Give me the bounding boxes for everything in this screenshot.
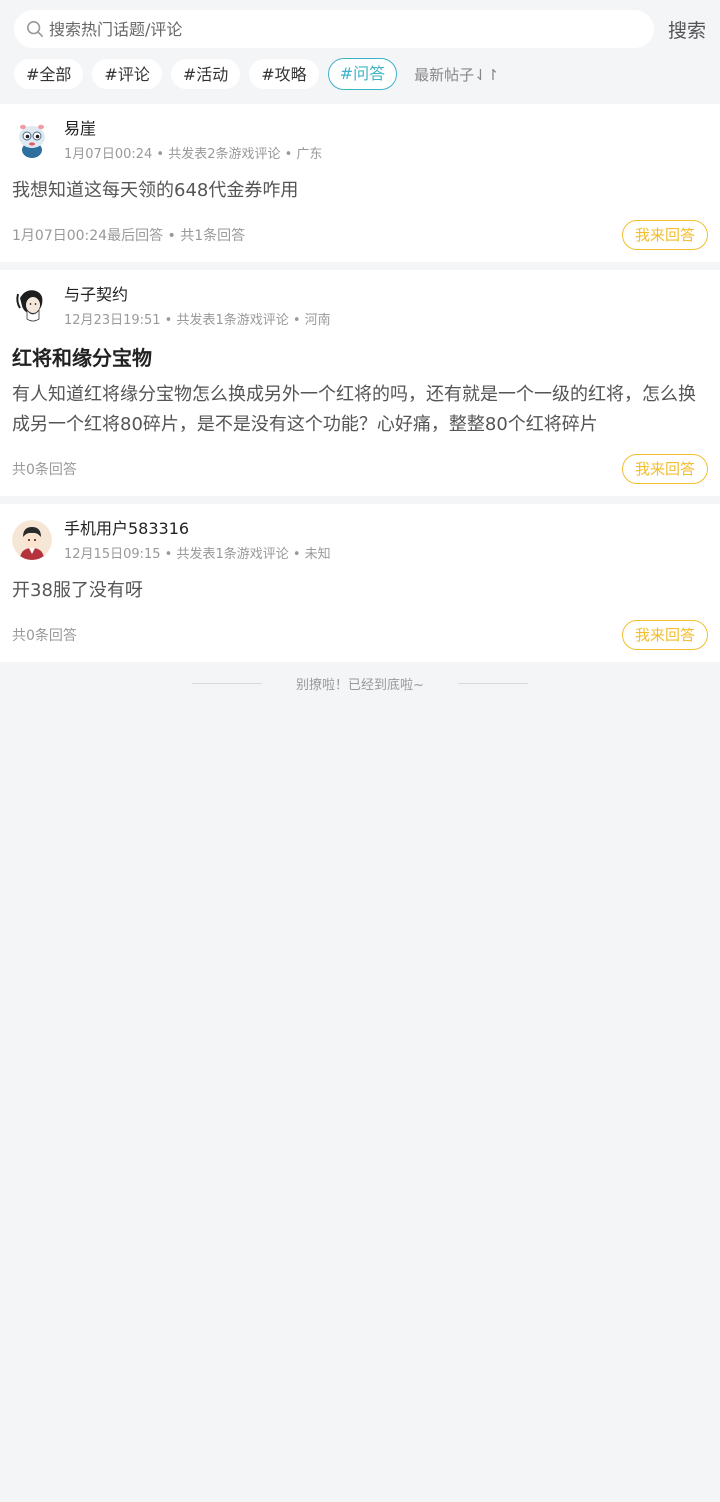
end-of-list-text: 别撩啦！已经到底啦~ [296, 678, 424, 693]
post-card[interactable]: 手机用户583316 12月15日09:15 • 共发表1条游戏评论 • 未知 … [0, 504, 720, 662]
divider [457, 683, 528, 684]
answer-summary: 1月07日00:24最后回答 • 共1条回答 [12, 228, 246, 244]
answer-button[interactable]: 我来回答 [622, 220, 708, 250]
search-box[interactable] [14, 10, 654, 48]
post-header: 与子契约 12月23日19:51 • 共发表1条游戏评论 • 河南 [12, 284, 708, 330]
author-name[interactable]: 易崖 [64, 118, 322, 140]
author-name[interactable]: 与子契约 [64, 284, 331, 306]
search-icon [26, 20, 44, 38]
search-input[interactable] [49, 19, 642, 39]
post-card[interactable]: 易崖 1月07日00:24 • 共发表2条游戏评论 • 广东 我想知道这每天领的… [0, 104, 720, 262]
ink-portrait-avatar[interactable] [12, 286, 52, 326]
cartoon-boy-avatar[interactable] [12, 520, 52, 560]
tag-activity[interactable]: #活动 [170, 59, 241, 89]
answer-summary: 共0条回答 [12, 628, 77, 644]
post-author-info: 手机用户583316 12月15日09:15 • 共发表1条游戏评论 • 未知 [64, 518, 331, 564]
search-button[interactable]: 搜索 [654, 16, 706, 43]
post-meta: 12月23日19:51 • 共发表1条游戏评论 • 河南 [64, 313, 331, 328]
post-header: 手机用户583316 12月15日09:15 • 共发表1条游戏评论 • 未知 [12, 518, 708, 564]
post-header: 易崖 1月07日00:24 • 共发表2条游戏评论 • 广东 [12, 118, 708, 164]
mascot-avatar[interactable] [12, 120, 52, 160]
post-content: 我想知道这每天领的648代金券咋用 [12, 180, 299, 201]
answer-button[interactable]: 我来回答 [622, 620, 708, 650]
tag-guide[interactable]: #攻略 [249, 59, 319, 89]
post-card[interactable]: 与子契约 12月23日19:51 • 共发表1条游戏评论 • 河南 红将和缘分宝… [0, 270, 720, 496]
post-footer: 共0条回答 我来回答 [12, 620, 708, 650]
post-content: 有人知道红将缘分宝物怎么换成另外一个红将的吗，还有就是一个一级的红将，怎么换成另… [12, 384, 696, 435]
author-name[interactable]: 手机用户583316 [64, 518, 331, 540]
tag-qa[interactable]: #问答 [327, 58, 398, 90]
post-title: 红将和缘分宝物 [12, 346, 152, 370]
top-bar: 搜索 #全部 #评论 #活动 #攻略 #问答 最新帖子⇃↾ [0, 0, 720, 104]
post-author-info: 与子契约 12月23日19:51 • 共发表1条游戏评论 • 河南 [64, 284, 331, 330]
search-row: 搜索 [14, 10, 706, 48]
divider [192, 683, 263, 684]
post-meta: 12月15日09:15 • 共发表1条游戏评论 • 未知 [64, 547, 331, 562]
tag-comment[interactable]: #评论 [92, 59, 162, 89]
sort-latest-posts[interactable]: 最新帖子⇃↾ [414, 64, 499, 85]
post-author-info: 易崖 1月07日00:24 • 共发表2条游戏评论 • 广东 [64, 118, 322, 164]
end-of-list: 别撩啦！已经到底啦~ [0, 674, 720, 693]
answer-button[interactable]: 我来回答 [622, 454, 708, 484]
post-footer: 共0条回答 我来回答 [12, 454, 708, 484]
post-meta: 1月07日00:24 • 共发表2条游戏评论 • 广东 [64, 147, 323, 162]
tag-filter-row: #全部 #评论 #活动 #攻略 #问答 最新帖子⇃↾ [14, 58, 706, 90]
post-footer: 1月07日00:24最后回答 • 共1条回答 我来回答 [12, 220, 708, 250]
post-content: 开38服了没有呀 [12, 580, 143, 601]
answer-summary: 共0条回答 [12, 462, 77, 478]
tag-all[interactable]: #全部 [14, 59, 84, 89]
